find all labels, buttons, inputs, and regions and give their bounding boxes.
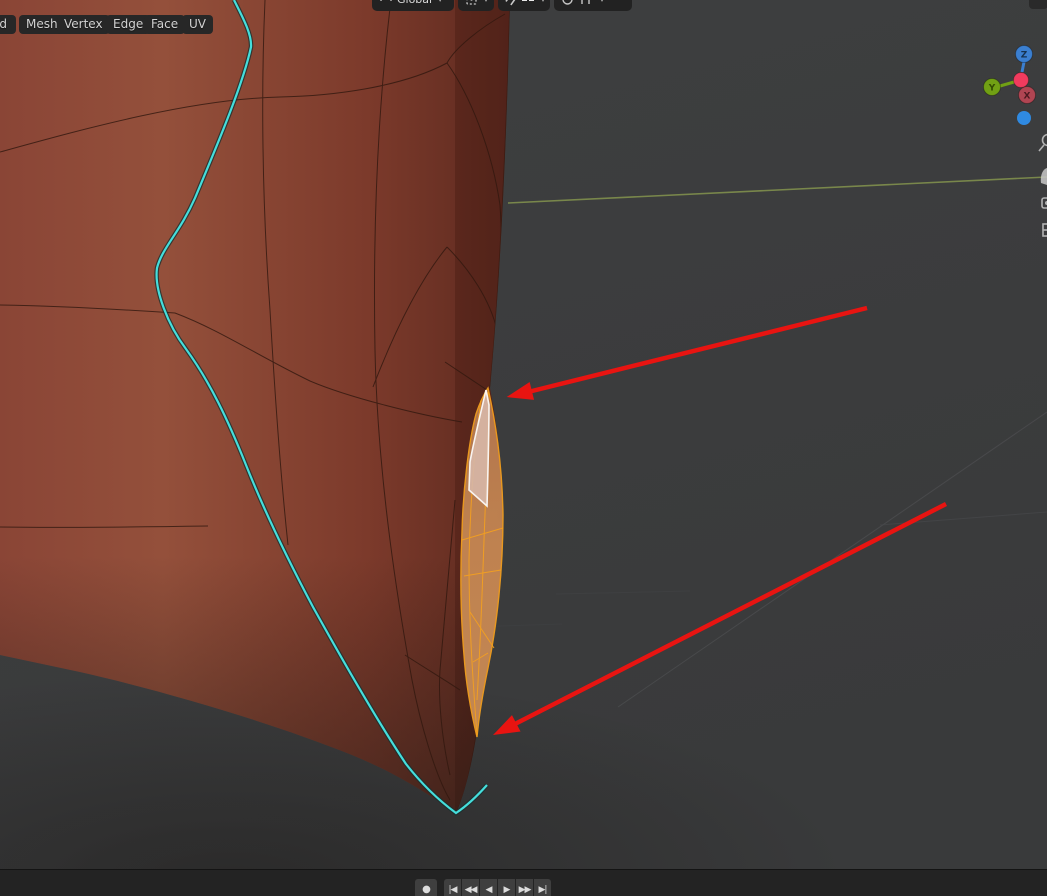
gizmo-front-axis-ball[interactable] — [1013, 72, 1029, 88]
transform-orientation-label: Global — [397, 0, 432, 6]
transform-orientation-dropdown[interactable]: Global ▾ — [372, 0, 454, 11]
play-button[interactable]: ▶ — [498, 879, 515, 896]
snapping-controls[interactable]: ▾ — [498, 0, 550, 11]
gizmo-axis-z-ball[interactable]: Z — [1015, 45, 1033, 63]
viewport-canvas[interactable]: X Z Y — [0, 0, 1047, 896]
menu-face[interactable]: Face — [144, 15, 186, 34]
menu-vertex[interactable]: Vertex — [57, 15, 110, 34]
jump-to-end-button[interactable]: ▶| — [534, 879, 551, 896]
corner-widget-stub — [1029, 0, 1047, 9]
chevron-down-icon: ▾ — [438, 0, 442, 4]
snap-magnet-icon — [505, 0, 517, 6]
gizmo-minus-z-ball[interactable] — [1017, 111, 1031, 125]
gizmo-axis-y-ball[interactable]: Y — [983, 78, 1001, 96]
previous-keyframe-button[interactable]: ◀◀ — [462, 879, 479, 896]
menu-add-clipped[interactable]: ld — [0, 15, 16, 34]
blender-window: X Z Y d Mesh Vertex Edge Face UV ● |◀ ◀◀… — [0, 0, 1047, 896]
jump-to-start-button[interactable]: |◀ — [444, 879, 461, 896]
proportional-editing-icon — [561, 0, 574, 6]
chevron-down-icon: ▾ — [600, 0, 604, 4]
next-keyframe-button[interactable]: ▶▶ — [516, 879, 533, 896]
timeline-bar: ● |◀ ◀◀ ◀ ▶ ▶▶ ▶| — [0, 869, 1047, 896]
gizmo-axis-x-ball[interactable]: X — [1018, 86, 1036, 104]
play-reverse-button[interactable]: ◀ — [480, 879, 497, 896]
menu-uv[interactable]: UV — [182, 15, 213, 34]
pivot-point-icon — [465, 0, 478, 6]
svg-text:X: X — [1024, 92, 1031, 102]
chevron-down-icon: ▾ — [484, 0, 488, 4]
chevron-down-icon: ▾ — [541, 0, 545, 4]
snap-target-icon — [521, 0, 535, 4]
falloff-icon — [578, 0, 594, 5]
svg-text:Z: Z — [1021, 51, 1028, 61]
auto-keyframe-button[interactable]: ● — [415, 879, 437, 896]
proportional-editing-controls[interactable]: ▾ — [554, 0, 632, 11]
svg-text:Y: Y — [988, 84, 996, 94]
transform-orientation-icon — [379, 0, 393, 6]
pivot-point-dropdown[interactable]: ▾ — [458, 0, 494, 11]
